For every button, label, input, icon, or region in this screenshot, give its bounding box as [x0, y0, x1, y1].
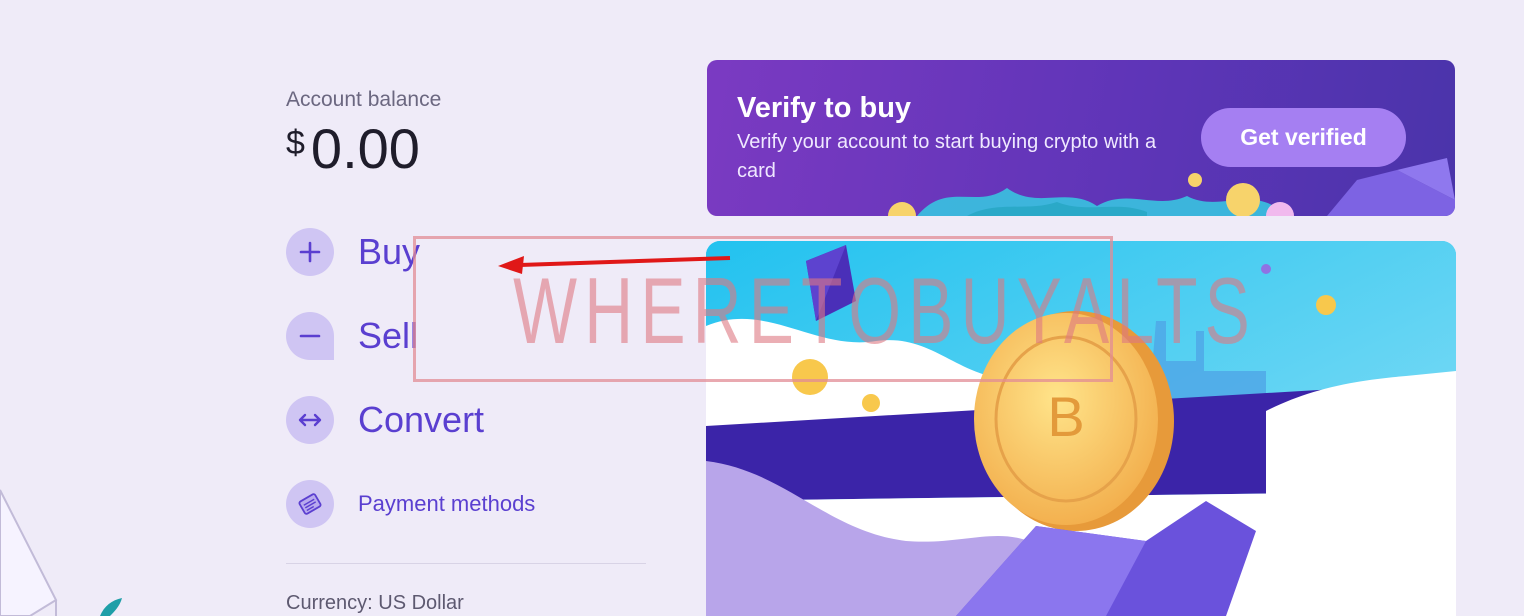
- currency-symbol: $: [286, 124, 305, 162]
- account-balance: $ 0.00: [286, 118, 420, 180]
- currency-setting[interactable]: Currency: US Dollar: [286, 592, 464, 615]
- svg-text:B: B: [1047, 385, 1084, 448]
- payment-methods-label: Payment methods: [358, 491, 536, 516]
- decorative-crystal-illustration: [0, 489, 122, 616]
- convert-label: Convert: [358, 399, 485, 440]
- buy-action[interactable]: Buy: [286, 228, 420, 276]
- card-icon: [286, 480, 334, 528]
- annotation-arrow-icon: [498, 256, 731, 274]
- verify-title: Verify to buy: [737, 92, 912, 124]
- swap-arrows-icon: [286, 396, 334, 444]
- account-balance-label: Account balance: [286, 88, 442, 111]
- get-verified-button[interactable]: Get verified: [1201, 108, 1406, 167]
- sell-action[interactable]: Sell: [286, 312, 418, 360]
- payment-methods-action[interactable]: Payment methods: [286, 480, 535, 528]
- balance-amount: 0.00: [310, 117, 420, 180]
- sell-label: Sell: [358, 315, 419, 356]
- convert-action[interactable]: Convert: [286, 396, 484, 444]
- minus-icon: [286, 312, 334, 360]
- buy-label: Buy: [358, 231, 421, 272]
- verify-banner: Verify to buy Verify your account to sta…: [707, 60, 1455, 216]
- verify-description: Verify your account to start buying cryp…: [737, 131, 1157, 182]
- divider: [286, 563, 646, 564]
- plus-icon: [286, 228, 334, 276]
